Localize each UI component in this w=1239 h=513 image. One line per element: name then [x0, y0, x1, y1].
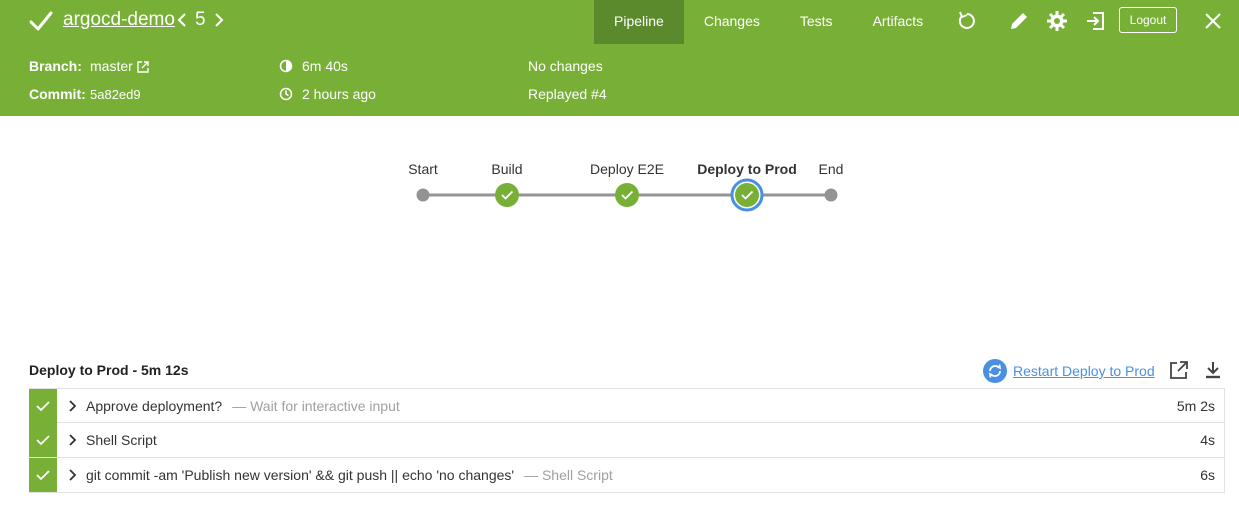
restart-stage-label: Restart Deploy to Prod [1013, 363, 1155, 379]
replayed-from: Replayed #4 [528, 86, 607, 102]
chevron-right-icon[interactable] [213, 9, 225, 31]
branch-value-link[interactable]: master [90, 58, 133, 74]
duration-icon [279, 59, 293, 73]
stage-node-start[interactable] [416, 188, 430, 202]
step-duration: 6s [1200, 467, 1215, 483]
check-icon [36, 400, 50, 411]
success-badge [29, 458, 57, 492]
download-icon[interactable] [1203, 360, 1223, 380]
stage-label-deploy-to-prod: Deploy to Prod [697, 161, 797, 177]
run-number: 5 [195, 9, 206, 30]
commit-hash: 5a82ed9 [90, 87, 141, 102]
restart-stage-button[interactable]: Restart Deploy to Prod [983, 359, 1155, 383]
restart-icon [983, 359, 1007, 383]
step-row[interactable]: git commit -am 'Publish new version' && … [29, 458, 1225, 493]
open-external-icon[interactable] [1169, 360, 1189, 380]
external-link-icon[interactable] [136, 60, 150, 74]
chevron-right-icon[interactable] [67, 399, 77, 413]
stage-label-end: End [818, 161, 844, 177]
stage-node-build[interactable] [495, 183, 519, 207]
check-icon [36, 435, 50, 446]
step-title: Shell Script [86, 432, 157, 448]
pipeline-name-link[interactable]: argocd-demo [63, 9, 175, 31]
run-header: argocd-demo 5 Pipeline Changes Tests Art… [0, 0, 1239, 116]
chevron-right-icon[interactable] [67, 468, 77, 482]
replay-icon[interactable] [956, 10, 978, 32]
run-navigator: 5 [176, 9, 225, 31]
run-duration: 6m 40s [302, 58, 348, 74]
branch-label: Branch: [29, 58, 82, 74]
close-icon[interactable] [1202, 10, 1224, 32]
step-title: Approve deployment? [86, 397, 223, 414]
tab-artifacts[interactable]: Artifacts [853, 0, 944, 44]
step-list: Approve deployment? — Wait for interacti… [29, 388, 1225, 493]
stage-label-start: Start [408, 161, 438, 177]
commit-label: Commit: [29, 86, 86, 102]
step-row[interactable]: Shell Script 4s [29, 423, 1225, 458]
check-icon [29, 11, 53, 31]
stage-node-deploy-e2e[interactable] [615, 183, 639, 207]
pencil-icon[interactable] [1008, 10, 1030, 32]
run-time-ago: 2 hours ago [302, 86, 376, 102]
success-badge [29, 388, 57, 423]
gear-icon[interactable] [1046, 10, 1068, 32]
exit-icon[interactable] [1084, 10, 1106, 32]
run-metadata: Branch: master Commit: 5a82ed9 6m 40s 2 … [0, 44, 1239, 116]
changes-summary: No changes [528, 58, 603, 74]
tab-tests[interactable]: Tests [780, 0, 853, 44]
run-tabs: Pipeline Changes Tests Artifacts [594, 0, 943, 44]
stage-label-deploy-e2e: Deploy E2E [590, 161, 664, 177]
step-row[interactable]: Approve deployment? — Wait for interacti… [29, 388, 1225, 423]
step-title: git commit -am 'Publish new version' && … [86, 467, 515, 483]
stage-label-build: Build [491, 161, 523, 177]
stage-node-deploy-to-prod[interactable] [730, 178, 764, 212]
step-duration: 4s [1200, 432, 1215, 448]
success-badge [29, 423, 57, 457]
step-duration: 5m 2s [1176, 397, 1215, 414]
step-log-title: Deploy to Prod - 5m 12s [29, 362, 189, 378]
tab-pipeline[interactable]: Pipeline [594, 0, 684, 44]
check-icon [36, 470, 50, 481]
step-description: — Wait for interactive input [232, 397, 400, 414]
logout-button[interactable]: Logout [1119, 7, 1177, 33]
pipeline-graph: Start Build Deploy E2E Deploy to Prod En… [0, 150, 1239, 230]
clock-icon [279, 87, 293, 101]
chevron-left-icon[interactable] [176, 9, 188, 31]
chevron-right-icon[interactable] [67, 433, 77, 447]
tab-changes[interactable]: Changes [684, 0, 780, 44]
stage-node-end[interactable] [824, 188, 838, 202]
top-bar: argocd-demo 5 Pipeline Changes Tests Art… [0, 0, 1239, 44]
step-description: — Shell Script [524, 467, 613, 483]
